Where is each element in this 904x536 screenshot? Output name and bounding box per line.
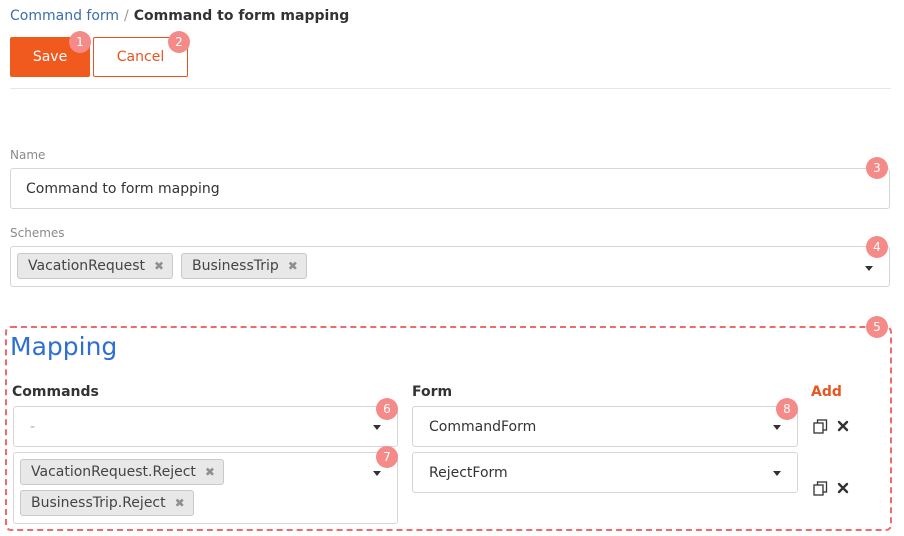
step-badge-8: 8 xyxy=(776,398,798,420)
close-icon[interactable]: ✖ xyxy=(175,496,185,510)
command-tag: VacationRequest.Reject ✖ xyxy=(20,459,224,485)
step-badge-5: 5 xyxy=(866,316,888,338)
step-badge-4: 4 xyxy=(866,236,888,258)
caret-down-icon[interactable] xyxy=(373,424,381,430)
step-badge-3: 3 xyxy=(866,157,888,179)
command-tag-label: VacationRequest.Reject xyxy=(31,464,196,480)
breadcrumb-parent-link[interactable]: Command form xyxy=(10,8,119,24)
caret-down-icon[interactable] xyxy=(773,470,781,476)
step-badge-6: 6 xyxy=(376,398,398,420)
breadcrumb: Command form / Command to form mapping xyxy=(10,7,349,25)
commands-multiselect[interactable]: VacationRequest.Reject ✖ BusinessTrip.Re… xyxy=(13,452,398,524)
copy-icon[interactable] xyxy=(812,418,828,434)
caret-down-icon[interactable] xyxy=(773,424,781,430)
commands-column-header: Commands xyxy=(12,384,99,400)
close-icon[interactable]: ✖ xyxy=(288,259,298,273)
name-label: Name xyxy=(10,148,46,162)
command-tag: BusinessTrip.Reject ✖ xyxy=(20,490,194,516)
form-select-value: CommandForm xyxy=(429,418,537,435)
scheme-tag-label: BusinessTrip xyxy=(192,258,279,274)
name-input[interactable] xyxy=(10,168,890,209)
breadcrumb-current: Command to form mapping xyxy=(133,8,350,24)
caret-down-icon[interactable] xyxy=(865,266,873,271)
form-select-value: RejectForm xyxy=(429,464,508,481)
schemes-label: Schemes xyxy=(10,226,65,240)
copy-icon[interactable] xyxy=(812,480,828,496)
scheme-tag: VacationRequest ✖ xyxy=(17,253,174,279)
commands-select[interactable]: - xyxy=(13,406,398,447)
step-badge-1: 1 xyxy=(69,31,91,53)
scheme-tag: BusinessTrip ✖ xyxy=(181,253,307,279)
close-icon[interactable]: ✖ xyxy=(205,465,215,479)
toolbar-divider xyxy=(10,88,891,89)
delete-icon[interactable] xyxy=(835,418,851,434)
command-tag-label: BusinessTrip.Reject xyxy=(31,495,166,511)
delete-icon[interactable] xyxy=(835,480,851,496)
form-column-header: Form xyxy=(412,384,453,400)
form-select[interactable]: CommandForm xyxy=(412,406,798,447)
mapping-title: Mapping xyxy=(10,332,118,361)
add-row-link[interactable]: Add xyxy=(811,383,842,401)
commands-placeholder: - xyxy=(30,418,36,435)
form-select[interactable]: RejectForm xyxy=(412,452,798,493)
step-badge-2: 2 xyxy=(168,31,190,53)
caret-down-icon[interactable] xyxy=(373,471,381,476)
schemes-multiselect[interactable]: VacationRequest ✖ BusinessTrip ✖ xyxy=(10,246,890,287)
close-icon[interactable]: ✖ xyxy=(154,259,164,273)
step-badge-7: 7 xyxy=(376,446,398,468)
breadcrumb-separator: / xyxy=(124,8,129,24)
scheme-tag-label: VacationRequest xyxy=(28,258,146,274)
